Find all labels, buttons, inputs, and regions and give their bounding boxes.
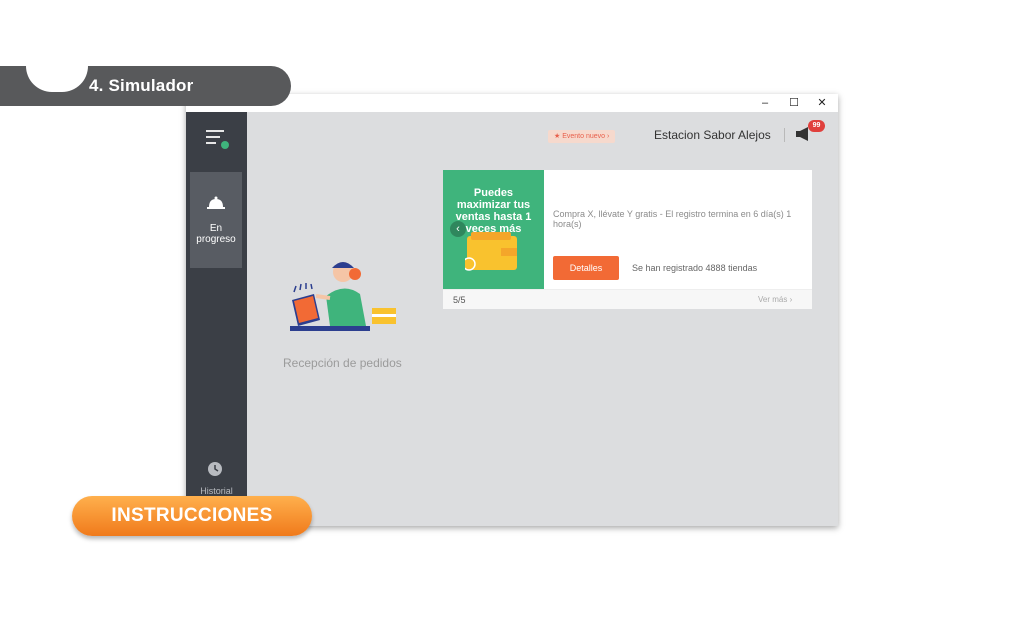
- sidebar-item-historial[interactable]: Historial: [186, 486, 247, 496]
- empty-state-label: Recepción de pedidos: [283, 356, 402, 370]
- pager: 5/5: [453, 295, 466, 305]
- maximize-button[interactable]: ☐: [786, 95, 802, 111]
- service-bell-icon: [207, 196, 225, 215]
- sidebar-item-en-progreso[interactable]: En progreso: [190, 172, 242, 268]
- minimize-button[interactable]: –: [757, 95, 773, 111]
- event-pill[interactable]: ★ Evento nuevo ›: [548, 130, 616, 143]
- label-line-1: En: [209, 223, 223, 234]
- tab-notch: [26, 66, 88, 92]
- registered-count: Se han registrado 4888 tiendas: [632, 263, 758, 273]
- sidebar-item-label: En progreso: [190, 223, 242, 245]
- section-title: 4. Simulador: [89, 76, 194, 95]
- promo-description: Compra X, llévate Y gratis - El registro…: [553, 209, 792, 229]
- wallet-icon: [465, 232, 517, 271]
- close-button[interactable]: ✕: [814, 95, 830, 111]
- menu-icon[interactable]: [206, 128, 229, 150]
- promo-banner[interactable]: Puedes maximizar tus ventas hasta 1 vece…: [443, 170, 544, 289]
- clock-icon[interactable]: [207, 461, 223, 482]
- promo-card: Puedes maximizar tus ventas hasta 1 vece…: [443, 170, 812, 309]
- label-line-2: progreso: [196, 234, 236, 245]
- app-window: – ☐ ✕ En progreso Historial ★ Evento nue…: [186, 94, 838, 526]
- notification-badge: 99: [808, 120, 825, 132]
- instructions-button[interactable]: INSTRUCCIONES: [72, 496, 312, 536]
- chevron-left-icon[interactable]: ‹: [450, 221, 466, 237]
- store-name: Estacion Sabor Alejos: [654, 128, 771, 142]
- divider: [784, 128, 785, 142]
- section-tab: 4. Simulador: [0, 66, 291, 106]
- details-button[interactable]: Detalles: [553, 256, 619, 280]
- card-footer: 5/5 Ver más ›: [443, 289, 812, 309]
- see-more-link[interactable]: Ver más ›: [758, 295, 792, 304]
- order-reception-illustration: [286, 256, 406, 341]
- sidebar: En progreso Historial: [186, 112, 247, 526]
